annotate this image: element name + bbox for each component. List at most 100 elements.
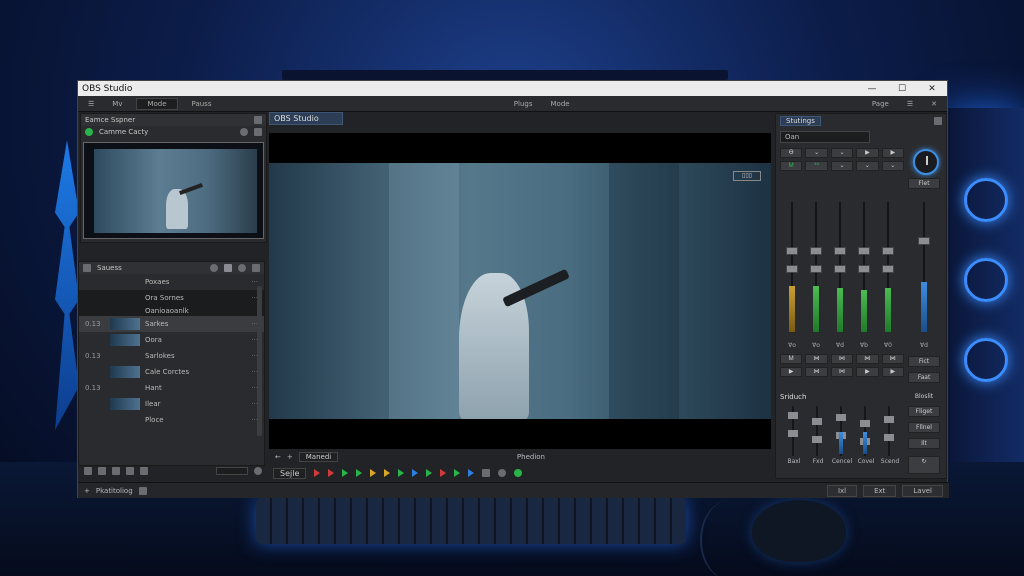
fader-handle[interactable] — [836, 414, 846, 421]
sub-fader[interactable]: Scend — [881, 406, 899, 465]
side-fader[interactable]: Ɐd — [918, 202, 930, 352]
pin-icon[interactable] — [254, 116, 262, 124]
pause-icon[interactable] — [384, 469, 391, 477]
fader-handle[interactable] — [812, 418, 822, 425]
scrollbar[interactable] — [257, 286, 262, 436]
maximize-button[interactable]: ☐ — [887, 84, 917, 94]
mixer-button[interactable]: Ꮇ — [780, 161, 803, 171]
fader-handle[interactable] — [858, 247, 870, 255]
fader-handle[interactable] — [788, 430, 798, 437]
side-button-fllnel[interactable]: Fllnel — [908, 422, 940, 433]
scene-row[interactable]: Ploce ··· — [79, 412, 264, 428]
grid-icon[interactable] — [252, 264, 260, 272]
scene-row[interactable]: Cale Corctes ··· — [79, 364, 264, 380]
link-icon[interactable] — [482, 469, 491, 477]
play-icon[interactable] — [426, 469, 433, 477]
fader-handle[interactable] — [788, 412, 798, 419]
side-button-ilt[interactable]: Ilt — [908, 438, 940, 449]
channel-fader[interactable]: Ɐo — [810, 202, 822, 352]
media-dropdown[interactable]: Manedi — [298, 452, 339, 462]
refresh-icon[interactable] — [514, 469, 523, 477]
fader-handle[interactable] — [834, 265, 846, 273]
fader-handle[interactable] — [884, 416, 894, 423]
volume-knob[interactable] — [913, 149, 939, 175]
minimize-button[interactable]: — — [857, 84, 887, 94]
mixer-button[interactable]: ▶ — [780, 367, 803, 377]
menu-item-mode-center[interactable]: Mode — [547, 99, 574, 109]
side-button-fict[interactable]: Fict — [908, 356, 940, 367]
fader-handle[interactable] — [810, 265, 822, 273]
preview-canvas[interactable]: ▯▯▯ — [269, 133, 771, 449]
sub-fader[interactable]: Covel — [858, 406, 874, 465]
camera-source-label[interactable]: Camme Cacty — [99, 128, 148, 136]
marker-icon[interactable] — [412, 469, 419, 477]
image-icon[interactable] — [224, 264, 232, 272]
view-mode-chip[interactable]: ▯▯▯ — [733, 171, 761, 181]
fader-handle[interactable] — [810, 247, 822, 255]
fader-handle[interactable] — [786, 247, 798, 255]
close-icon[interactable] — [254, 128, 262, 136]
menu-item-mv[interactable]: Mv — [108, 99, 126, 109]
stop-icon[interactable] — [328, 469, 335, 477]
mixer-button[interactable]: ▶ — [856, 148, 879, 158]
scene-row[interactable]: 0.13 Sarlokes ··· — [79, 348, 264, 364]
record-icon[interactable] — [440, 469, 447, 477]
refresh-icon[interactable]: ↻ — [908, 456, 940, 474]
fader-handle[interactable] — [884, 434, 894, 441]
more-icon[interactable]: ··· — [251, 278, 258, 286]
menu-item-mode[interactable]: Mode — [136, 97, 178, 110]
menu-item-pause[interactable]: Pauss — [188, 99, 216, 109]
scene-select-dropdown[interactable]: Sejle — [273, 467, 307, 479]
scene-row[interactable]: Oora ··· — [79, 332, 264, 348]
sub-fader[interactable]: Cencel — [832, 406, 852, 465]
gear-icon[interactable] — [254, 467, 262, 475]
scene-row[interactable]: 0.13 Hant ··· — [79, 380, 264, 396]
status-button-exit[interactable]: Ext — [863, 484, 897, 497]
scene-row[interactable]: Ora Sornes ··· — [79, 290, 264, 306]
tab-settings[interactable]: Stutings — [780, 116, 821, 126]
mixer-button[interactable]: ▶ — [856, 367, 879, 377]
mixer-button[interactable]: ⋈ — [830, 354, 854, 364]
fader-handle[interactable] — [858, 265, 870, 273]
fader-handle[interactable] — [918, 237, 930, 245]
move-icon[interactable] — [140, 467, 148, 475]
mixer-button[interactable]: ⌄ — [856, 161, 879, 171]
mixer-button[interactable]: ⌄ — [830, 148, 854, 158]
side-button-faat[interactable]: Faat — [908, 372, 940, 383]
side-button-fliget[interactable]: Fliget — [908, 406, 940, 417]
pause-icon[interactable] — [370, 469, 377, 477]
scene-row[interactable]: Ilear ··· — [79, 396, 264, 412]
sub-fader[interactable]: Baxl — [787, 406, 801, 465]
mixer-button[interactable]: ⋈ — [805, 354, 828, 364]
channel-fader[interactable]: Ɐd — [834, 202, 846, 352]
mixer-button[interactable]: ⌄ — [830, 161, 854, 171]
settings-icon[interactable] — [238, 264, 246, 272]
mixer-button[interactable]: ⌄ — [805, 148, 828, 158]
mixer-button[interactable]: ▶ — [881, 148, 904, 158]
hamburger-menu-icon[interactable]: ☰ — [84, 99, 98, 109]
menu-item-page[interactable]: Page — [868, 99, 893, 109]
back-arrow-icon[interactable]: ← — [275, 453, 281, 461]
mixer-button[interactable]: ⋈ — [881, 354, 904, 364]
mixer-button[interactable]: ▶ — [881, 367, 904, 377]
mixer-button[interactable]: ⋈ — [856, 354, 879, 364]
fader-handle[interactable] — [812, 436, 822, 443]
mixer-button[interactable]: ⌄ — [881, 161, 904, 171]
mixer-button[interactable]: ⋈ — [830, 367, 854, 377]
fader-handle[interactable] — [786, 265, 798, 273]
forward-icon[interactable] — [126, 467, 134, 475]
loop-icon[interactable] — [498, 469, 507, 477]
channel-fader[interactable]: Ɐb — [858, 202, 870, 352]
mixer-source-input[interactable]: Oan — [780, 131, 870, 143]
menu-item-plugs[interactable]: Plugs — [510, 99, 537, 109]
mixer-button[interactable]: Ɵ — [780, 148, 803, 158]
zoom-slider[interactable] — [216, 467, 248, 475]
status-button-level[interactable]: Lavel — [902, 484, 943, 497]
mixer-button[interactable]: ⋈ — [805, 367, 828, 377]
channel-fader[interactable]: Ɐo — [786, 202, 798, 352]
play-icon[interactable] — [342, 469, 349, 477]
lock-icon[interactable] — [468, 469, 475, 477]
phedion-dropdown[interactable]: Phedion — [517, 453, 545, 461]
next-icon[interactable] — [398, 469, 405, 477]
list-icon[interactable]: ☰ — [903, 99, 917, 109]
